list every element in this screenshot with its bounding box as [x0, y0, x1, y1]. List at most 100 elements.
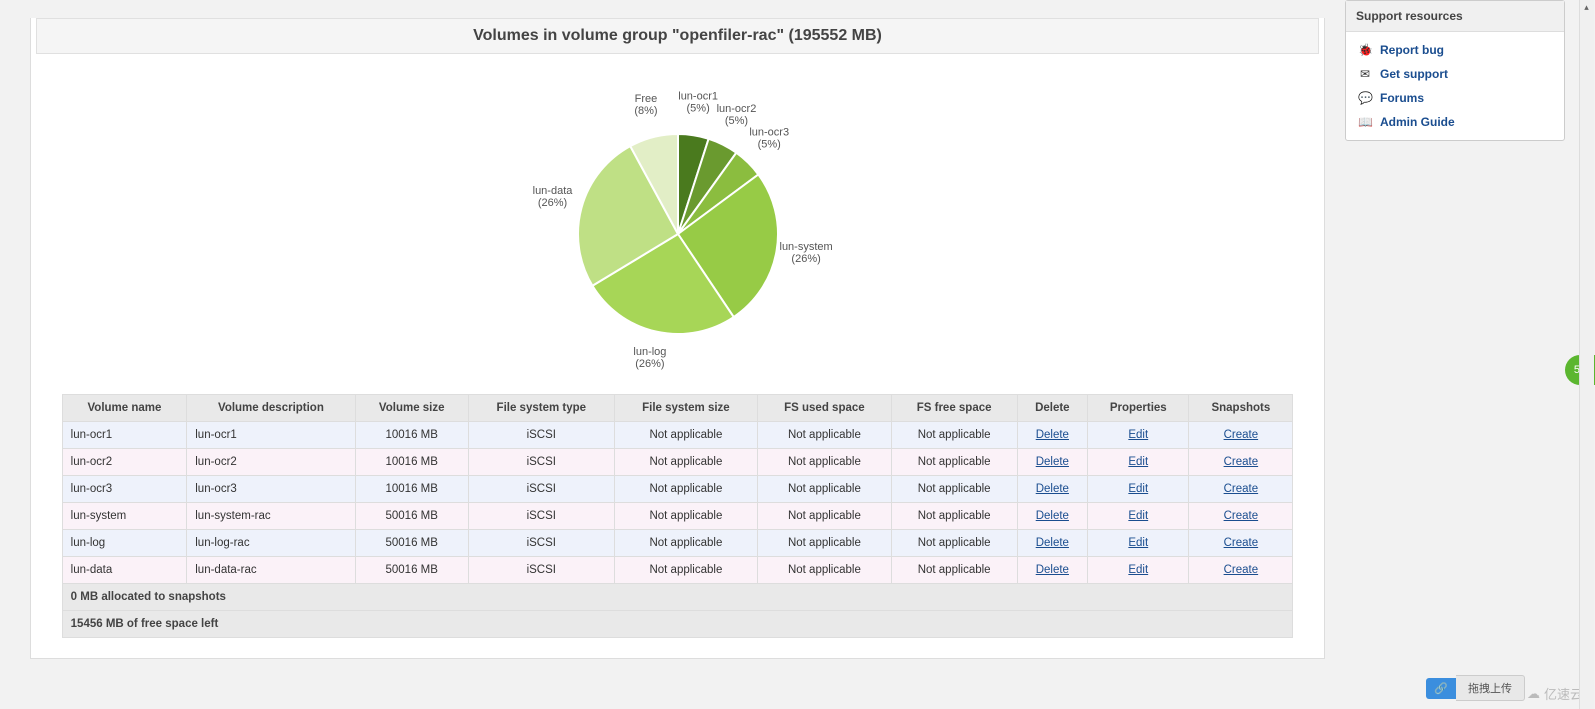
cell-name: lun-ocr1 — [62, 422, 187, 449]
watermark: ☁ 亿速云 — [1527, 684, 1583, 703]
sidebar-link[interactable]: Admin Guide — [1380, 115, 1455, 129]
cell-fssize: Not applicable — [614, 422, 757, 449]
cell-desc: lun-ocr2 — [187, 449, 355, 476]
cell-fssize: Not applicable — [614, 557, 757, 584]
create-snapshot-link[interactable]: Create — [1224, 537, 1259, 549]
pie-label: (26%) — [791, 253, 820, 265]
table-row: lun-loglun-log-rac50016 MBiSCSI Not appli… — [62, 530, 1293, 557]
cell-name: lun-system — [62, 503, 187, 530]
sidebar: Support resources 🐞Report bug ✉ Get suppor… — [1345, 0, 1565, 659]
footer-freespace: 15456 MB of free space left — [62, 611, 1293, 638]
sidebar-icon: 📖 — [1358, 115, 1372, 129]
th-used: FS used space — [758, 395, 892, 422]
cell-fssize: Not applicable — [614, 476, 757, 503]
cell-fstype: iSCSI — [468, 476, 614, 503]
edit-link[interactable]: Edit — [1128, 483, 1148, 495]
cell-free: Not applicable — [891, 449, 1017, 476]
cell-size: 10016 MB — [355, 449, 468, 476]
cell-desc: lun-ocr3 — [187, 476, 355, 503]
cell-used: Not applicable — [758, 422, 892, 449]
cell-free: Not applicable — [891, 530, 1017, 557]
delete-link[interactable]: Delete — [1036, 537, 1069, 549]
cell-desc: lun-data-rac — [187, 557, 355, 584]
chart-title: Volumes in volume group "openfiler-rac" … — [36, 18, 1319, 54]
delete-link[interactable]: Delete — [1036, 510, 1069, 522]
edit-link[interactable]: Edit — [1128, 537, 1148, 549]
sidebar-link[interactable]: Get support — [1380, 67, 1448, 81]
sidebar-icon: ✉ — [1358, 67, 1372, 81]
pie-chart: lun-ocr1(5%)lun-ocr2(5%)lun-ocr3(5%)lun-… — [36, 64, 1319, 394]
footer-snapshots: 0 MB allocated to snapshots — [62, 584, 1293, 611]
delete-link[interactable]: Delete — [1036, 564, 1069, 576]
edit-link[interactable]: Edit — [1128, 456, 1148, 468]
cell-desc: lun-log-rac — [187, 530, 355, 557]
delete-link[interactable]: Delete — [1036, 429, 1069, 441]
cell-name: lun-data — [62, 557, 187, 584]
create-snapshot-link[interactable]: Create — [1224, 456, 1259, 468]
table-row: lun-ocr2lun-ocr210016 MBiSCSINot applica… — [62, 449, 1293, 476]
table-row: lun-ocr1lun-ocr110016 MBiSCSINot applica… — [62, 422, 1293, 449]
scroll-up-arrow[interactable]: ▴ — [1579, 2, 1594, 13]
sidebar-link[interactable]: Report bug — [1380, 43, 1444, 57]
pie-label: (26%) — [537, 197, 566, 209]
pie-label: (5%) — [686, 103, 709, 115]
sidebar-link[interactable]: Forums — [1380, 91, 1424, 105]
create-snapshot-link[interactable]: Create — [1224, 564, 1259, 576]
cell-free: Not applicable — [891, 422, 1017, 449]
cell-fstype: iSCSI — [468, 422, 614, 449]
cloud-icon: ☁ — [1527, 686, 1540, 702]
sidebar-item[interactable]: 📖 Admin Guide — [1346, 110, 1564, 134]
pie-label: lun-system — [779, 241, 832, 253]
th-delete: Delete — [1017, 395, 1088, 422]
upload-widget[interactable]: 🔗 拖拽上传 — [1426, 675, 1525, 701]
cell-used: Not applicable — [758, 449, 892, 476]
pie-label: (5%) — [724, 115, 747, 127]
pie-label: Free — [634, 93, 657, 105]
delete-link[interactable]: Delete — [1036, 456, 1069, 468]
pie-label: lun-ocr3 — [749, 126, 789, 138]
cell-size: 50016 MB — [355, 530, 468, 557]
cell-used: Not applicable — [758, 503, 892, 530]
cell-fstype: iSCSI — [468, 557, 614, 584]
th-fstype: File system type — [468, 395, 614, 422]
main-panel: Volumes in volume group "openfiler-rac" … — [30, 18, 1325, 659]
cell-size: 10016 MB — [355, 476, 468, 503]
cell-size: 50016 MB — [355, 503, 468, 530]
pie-label: lun-log — [633, 346, 666, 358]
create-snapshot-link[interactable]: Create — [1224, 510, 1259, 522]
create-snapshot-link[interactable]: Create — [1224, 483, 1259, 495]
sidebar-item[interactable]: 🐞Report bug — [1346, 38, 1564, 62]
edit-link[interactable]: Edit — [1128, 564, 1148, 576]
cell-fstype: iSCSI — [468, 530, 614, 557]
cell-size: 10016 MB — [355, 422, 468, 449]
cell-name: lun-log — [62, 530, 187, 557]
edit-link[interactable]: Edit — [1128, 429, 1148, 441]
pie-label: (26%) — [635, 358, 664, 370]
pie-label: lun-ocr1 — [678, 91, 718, 103]
pie-label: (5%) — [757, 138, 780, 150]
scrollbar[interactable]: ▴ — [1579, 0, 1594, 709]
cell-used: Not applicable — [758, 476, 892, 503]
create-snapshot-link[interactable]: Create — [1224, 429, 1259, 441]
cell-fssize: Not applicable — [614, 503, 757, 530]
sidebar-item[interactable]: 💬 Forums — [1346, 86, 1564, 110]
th-snaps: Snapshots — [1189, 395, 1293, 422]
edit-link[interactable]: Edit — [1128, 510, 1148, 522]
cell-free: Not applicable — [891, 557, 1017, 584]
cell-size: 50016 MB — [355, 557, 468, 584]
cell-fstype: iSCSI — [468, 449, 614, 476]
table-row: lun-systemlun-system-rac50016 MBiSCSINot… — [62, 503, 1293, 530]
delete-link[interactable]: Delete — [1036, 483, 1069, 495]
table-row: lun-ocr3lun-ocr310016 MBiSCSINot applica… — [62, 476, 1293, 503]
table-header-row: Volume name Volume description Volume si… — [62, 395, 1293, 422]
volumes-table: Volume name Volume description Volume si… — [62, 394, 1294, 638]
sidebar-title: Support resources — [1346, 1, 1564, 32]
cell-fstype: iSCSI — [468, 503, 614, 530]
sidebar-icon: 💬 — [1358, 91, 1372, 105]
th-size: Volume size — [355, 395, 468, 422]
sidebar-item[interactable]: ✉ Get support — [1346, 62, 1564, 86]
cell-free: Not applicable — [891, 476, 1017, 503]
cell-desc: lun-system-rac — [187, 503, 355, 530]
link-icon: 🔗 — [1426, 678, 1456, 699]
cell-free: Not applicable — [891, 503, 1017, 530]
